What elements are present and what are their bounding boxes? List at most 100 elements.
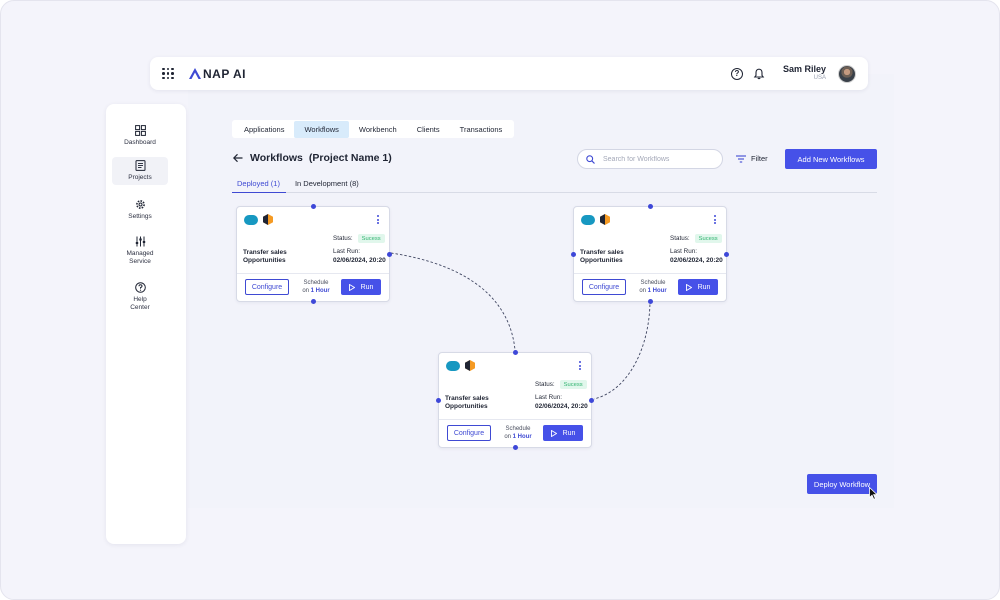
user-name: Sam Riley	[782, 64, 826, 75]
help-icon	[134, 282, 146, 293]
page-header: Workflows (Project Name 1)	[233, 152, 392, 164]
connection-port[interactable]	[648, 204, 653, 209]
back-arrow-icon[interactable]	[233, 153, 243, 163]
connection-port[interactable]	[724, 252, 729, 257]
workflow-card[interactable]: Transfer sales Opportunities Status: Suc…	[236, 204, 392, 304]
workflow-subtabs: Deployed (1) In Development (8)	[232, 177, 877, 193]
workflow-card[interactable]: Transfer sales Opportunities Status: Suc…	[436, 350, 594, 450]
subtab-in-development[interactable]: In Development (8)	[290, 177, 365, 193]
search-icon	[586, 154, 595, 164]
help-circle-icon[interactable]: ?	[730, 67, 743, 80]
card-divider	[574, 273, 726, 274]
top-bar: NAP AI ? Sam Riley USA	[150, 57, 868, 90]
connection-port[interactable]	[513, 350, 518, 355]
logo[interactable]: NAP AI	[189, 67, 246, 81]
deploy-workflow-button[interactable]: Deploy Workflow	[807, 474, 877, 494]
sidebar-item-settings[interactable]: Settings	[112, 196, 168, 224]
search-box[interactable]	[577, 149, 723, 169]
run-button[interactable]: Run	[678, 279, 718, 295]
connection-port[interactable]	[589, 398, 594, 403]
sidebar-item-label: Managed Service	[126, 250, 154, 266]
configure-button[interactable]: Configure	[447, 425, 491, 441]
last-run-value: 02/06/2024, 20:20	[333, 257, 386, 264]
salesforce-cloud-icon	[446, 360, 460, 371]
more-options-icon[interactable]	[714, 215, 716, 224]
logo-mark-icon	[189, 68, 201, 79]
bell-icon[interactable]	[753, 68, 765, 80]
hexagon-connector-icon	[263, 214, 273, 225]
page-title: Workflows	[250, 152, 303, 164]
subtab-deployed[interactable]: Deployed (1)	[232, 177, 286, 193]
tab-transactions[interactable]: Transactions	[450, 121, 513, 138]
gear-icon	[135, 200, 145, 209]
projects-icon	[135, 160, 145, 171]
more-options-icon[interactable]	[579, 361, 581, 370]
play-icon	[685, 283, 692, 291]
top-right-controls: ? Sam Riley USA	[730, 64, 856, 83]
more-options-icon[interactable]	[377, 215, 379, 224]
connection-port[interactable]	[387, 252, 392, 257]
status-row: Status: Sucess	[333, 234, 385, 243]
workflow-name: Transfer sales Opportunities	[445, 395, 489, 411]
sidebar-item-label: Settings	[128, 213, 152, 220]
user-info[interactable]: Sam Riley USA	[782, 64, 826, 81]
sidebar-item-projects[interactable]: Projects	[112, 157, 168, 186]
integration-icons	[244, 214, 273, 225]
card-divider	[439, 419, 591, 420]
sidebar-item-help-center[interactable]: Help Center	[112, 279, 168, 315]
project-name: (Project Name 1)	[308, 152, 392, 164]
filter-button[interactable]: Filter	[736, 154, 768, 163]
main-tabs: Applications Workflows Workbench Clients…	[232, 120, 515, 138]
hexagon-connector-icon	[465, 360, 475, 371]
sidebar-item-label: Projects	[128, 174, 152, 181]
connection-port[interactable]	[311, 299, 316, 304]
sliders-icon	[135, 236, 145, 247]
search-input[interactable]	[603, 155, 713, 163]
status-row: Status: Sucess	[670, 234, 722, 243]
tab-clients[interactable]: Clients	[407, 121, 450, 138]
mouse-cursor-icon	[869, 487, 878, 500]
schedule-info: Schedule on 1 Hour	[302, 280, 330, 295]
configure-button[interactable]: Configure	[245, 279, 289, 295]
tab-workbench[interactable]: Workbench	[349, 121, 407, 138]
salesforce-cloud-icon	[244, 214, 258, 225]
last-run-label: Last Run:	[535, 394, 562, 401]
add-new-workflows-button[interactable]: Add New Workflows	[785, 149, 877, 169]
salesforce-cloud-icon	[581, 214, 595, 225]
run-button[interactable]: Run	[341, 279, 381, 295]
last-run-value: 02/06/2024, 20:20	[670, 257, 723, 264]
status-badge: Sucess	[559, 380, 587, 389]
filter-label: Filter	[751, 154, 768, 163]
sidebar-item-label: Help Center	[130, 296, 150, 312]
play-icon	[348, 283, 355, 291]
configure-button[interactable]: Configure	[582, 279, 626, 295]
status-row: Status: Sucess	[535, 380, 587, 389]
connection-port[interactable]	[436, 398, 441, 403]
last-run-label: Last Run:	[333, 248, 360, 255]
connection-port[interactable]	[513, 445, 518, 450]
sidebar: Dashboard Projects Settings Managed Serv…	[106, 104, 186, 544]
avatar[interactable]	[838, 64, 856, 83]
logo-text: NAP AI	[203, 66, 247, 81]
filter-icon	[736, 154, 746, 163]
connection-port[interactable]	[311, 204, 316, 209]
card-divider	[237, 273, 389, 274]
sidebar-item-dashboard[interactable]: Dashboard	[112, 122, 168, 150]
schedule-info: Schedule on 1 Hour	[639, 280, 667, 295]
status-badge: Sucess	[357, 234, 385, 243]
sidebar-item-label: Dashboard	[124, 139, 156, 146]
dashboard-icon	[134, 125, 146, 136]
hexagon-connector-icon	[600, 214, 610, 225]
last-run-label: Last Run:	[670, 248, 697, 255]
tab-workflows[interactable]: Workflows	[294, 120, 349, 138]
tab-applications[interactable]: Applications	[234, 121, 294, 138]
connection-port[interactable]	[648, 299, 653, 304]
connection-port[interactable]	[571, 252, 576, 257]
sidebar-item-managed-service[interactable]: Managed Service	[112, 233, 168, 269]
workflow-card[interactable]: Transfer sales Opportunities Status: Suc…	[571, 204, 729, 304]
integration-icons	[446, 360, 475, 371]
play-icon	[550, 429, 557, 437]
app-grid-icon[interactable]	[162, 67, 174, 80]
run-button[interactable]: Run	[543, 425, 583, 441]
schedule-info: Schedule on 1 Hour	[504, 426, 532, 441]
